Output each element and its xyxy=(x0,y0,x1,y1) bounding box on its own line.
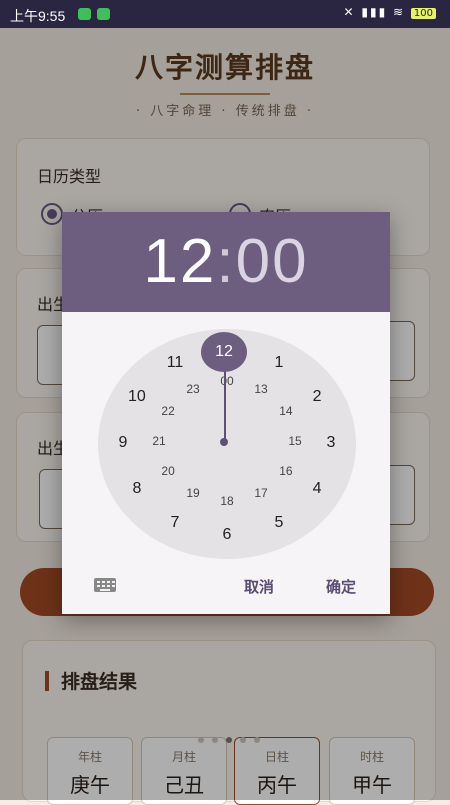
time-picker-header: 12:00 xyxy=(62,212,390,312)
clock-hour-10[interactable]: 10 xyxy=(122,388,152,408)
clock-hour-6[interactable]: 6 xyxy=(212,526,242,546)
clock-hour-16[interactable]: 16 xyxy=(271,464,301,484)
hour-display[interactable]: 12 xyxy=(143,227,216,296)
time-display: 12:00 xyxy=(62,226,390,297)
clock-hour-14[interactable]: 14 xyxy=(271,404,301,424)
time-picker-dialog: 12:00 1 2 3 4 5 6 7 8 9 10 11 00 13 14 15 16 17 18 19 20 21 2… xyxy=(62,212,390,614)
clock-hour-11[interactable]: 11 xyxy=(160,354,190,374)
clock-hour-13[interactable]: 13 xyxy=(246,382,276,402)
time-separator: : xyxy=(216,227,236,296)
keyboard-icon[interactable] xyxy=(94,578,116,592)
cancel-button[interactable]: 取消 xyxy=(244,576,274,597)
status-icons: ✕ ▮▮▮ ≋ 100 xyxy=(344,5,436,19)
clock-hour-00[interactable]: 00 xyxy=(212,374,242,394)
ok-button[interactable]: 确定 xyxy=(326,576,356,597)
selected-hour-bubble[interactable]: 12 xyxy=(201,332,247,372)
clock-hour-8[interactable]: 8 xyxy=(122,480,152,500)
clock-hour-18[interactable]: 18 xyxy=(212,494,242,514)
clock-hour-19[interactable]: 19 xyxy=(178,486,208,506)
clock-hour-5[interactable]: 5 xyxy=(264,514,294,534)
minute-display[interactable]: 00 xyxy=(236,227,309,296)
status-bar: 上午9:55 ✕ ▮▮▮ ≋ 100 xyxy=(0,0,450,28)
clock-hour-9[interactable]: 9 xyxy=(108,434,138,454)
battery-icon: 100 xyxy=(410,8,436,19)
app-notification-icon xyxy=(78,8,91,20)
clock-hour-22[interactable]: 22 xyxy=(153,404,183,424)
clock-hour-3[interactable]: 3 xyxy=(316,434,346,454)
clock-hour-17[interactable]: 17 xyxy=(246,486,276,506)
app-notification-icon xyxy=(97,8,110,20)
clock-hour-15[interactable]: 15 xyxy=(280,434,310,454)
clock-center xyxy=(220,438,228,446)
clock-hour-23[interactable]: 23 xyxy=(178,382,208,402)
clock-hour-21[interactable]: 21 xyxy=(144,434,174,454)
clock-hour-1[interactable]: 1 xyxy=(264,354,294,374)
signal-icon: ✕ ▮▮▮ ≋ xyxy=(343,5,406,19)
clock-hour-20[interactable]: 20 xyxy=(153,464,183,484)
clock-hour-2[interactable]: 2 xyxy=(302,388,332,408)
clock-hour-7[interactable]: 7 xyxy=(160,514,190,534)
clock-hour-4[interactable]: 4 xyxy=(302,480,332,500)
status-time: 上午9:55 xyxy=(10,8,66,24)
